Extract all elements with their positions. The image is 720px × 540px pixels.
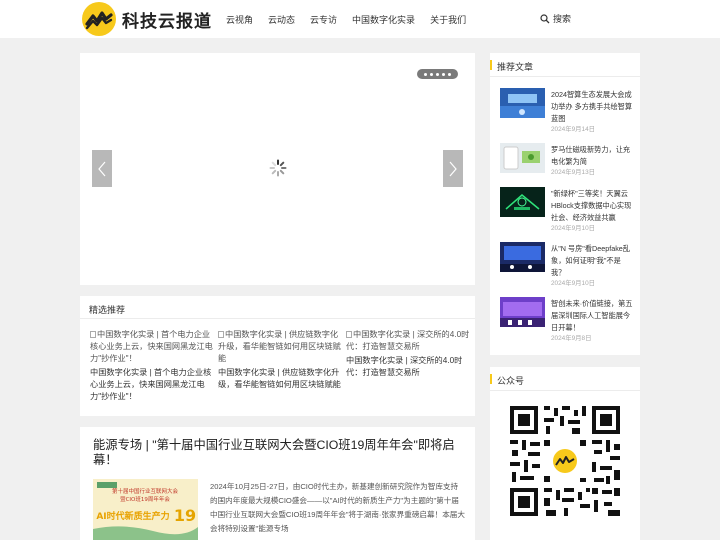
article-excerpt: 2024年10月25日-27日，由CIO时代主办，新基建创新研究院作为智库支持的… — [210, 482, 465, 533]
site-logo[interactable]: 科技云报道 — [82, 1, 212, 37]
recommended-date: 2024年9月8日 — [551, 335, 592, 342]
featured-image-alt[interactable]: 中国数字化实录 | 深交所的4.0时代：打造智慧交易所 — [346, 329, 473, 353]
recommended-thumbnail[interactable] — [500, 242, 545, 272]
nav-item-about[interactable]: 关于我们 — [430, 13, 466, 26]
recommended-date: 2024年9月13日 — [551, 169, 596, 176]
recommended-date: 2024年9月14日 — [551, 126, 596, 133]
chevron-left-icon — [98, 161, 106, 176]
nav-item-cloud-news[interactable]: 云动态 — [268, 13, 295, 26]
slider-pagination[interactable] — [417, 69, 458, 79]
hero-slider — [80, 53, 475, 285]
article-card: 能源专场 | "第十届中国行业互联网大会暨CIO班19周年年会"即将启幕！ 第十… — [80, 427, 475, 540]
nav-item-cloud-view[interactable]: 云视角 — [226, 13, 253, 26]
slider-dot[interactable] — [436, 72, 439, 76]
recommended-title: 推荐文章 — [490, 53, 640, 77]
logo-icon — [82, 2, 116, 36]
qr-code-image — [508, 404, 622, 518]
chevron-right-icon — [449, 161, 457, 176]
broken-image-icon — [90, 331, 96, 338]
featured-caption[interactable]: 中国数字化实录 | 首个电力企业核心业务上云，快来国网黑龙江电力"抄作业"！ — [90, 367, 217, 403]
recommended-widget: 推荐文章 2024智算生态发展大会成功举办 多方携手共绘智算蓝图 2024年9月… — [490, 53, 640, 355]
recommended-title-link[interactable]: 从"N 号房"看Deepfake乱象，如何证明"我"不是我？ — [551, 243, 635, 279]
slider-next-button[interactable] — [443, 150, 463, 187]
featured-caption[interactable]: 中国数字化实录 | 供应链数字化升级，看华能智链如何用区块链赋能 — [218, 367, 345, 391]
article-thumbnail[interactable]: 第十届中国行业互联网大会 暨CIO班19周年年会 AI时代新质生产力 19 — [93, 479, 198, 540]
site-header: 科技云报道 云视角 云动态 云专访 中国数字化实录 关于我们 搜索 — [0, 0, 720, 38]
recommended-item[interactable]: "新绿杯"三等奖！天翼云HBlock支撑数据中心实现社会、经济效益共赢 2024… — [500, 187, 635, 237]
featured-title: 精选推荐 — [80, 296, 475, 319]
featured-item[interactable]: 中国数字化实录 | 深交所的4.0时代：打造智慧交易所 中国数字化实录 | 深交… — [346, 329, 473, 403]
recommended-item[interactable]: 2024智算生态发展大会成功举办 多方携手共绘智算蓝图 2024年9月14日 — [500, 88, 635, 138]
nav-item-cloud-interview[interactable]: 云专访 — [310, 13, 337, 26]
recommended-thumbnail[interactable] — [500, 88, 545, 118]
recommended-title-link[interactable]: "新绿杯"三等奖！天翼云HBlock支撑数据中心实现社会、经济效益共赢 — [551, 188, 635, 224]
search-icon — [540, 13, 550, 23]
featured-caption[interactable]: 中国数字化实录 | 深交所的4.0时代：打造智慧交易所 — [346, 355, 473, 379]
broken-image-icon — [218, 331, 224, 338]
featured-list: 中国数字化实录 | 首个电力企业核心业务上云，快来国网黑龙江电力"抄作业"！ 中… — [90, 329, 474, 403]
featured-item[interactable]: 中国数字化实录 | 首个电力企业核心业务上云，快来国网黑龙江电力"抄作业"！ 中… — [90, 329, 217, 403]
recommended-item[interactable]: 智创未来·价值链接，第五届深圳国际人工智能展今日开幕！ 2024年9月8日 — [500, 297, 635, 347]
broken-image-icon — [346, 331, 352, 338]
site-name[interactable]: 科技云报道 — [122, 7, 212, 32]
recommended-thumbnail[interactable] — [500, 297, 545, 327]
search-label: 搜索 — [553, 14, 572, 24]
featured-image-alt[interactable]: 中国数字化实录 | 供应链数字化升级，看华能智链如何用区块链赋能 — [218, 329, 345, 365]
featured-item[interactable]: 中国数字化实录 | 供应链数字化升级，看华能智链如何用区块链赋能 中国数字化实录… — [218, 329, 345, 403]
nav-item-china-digital[interactable]: 中国数字化实录 — [352, 13, 415, 26]
recommended-thumbnail[interactable] — [500, 187, 545, 217]
featured-image-alt[interactable]: 中国数字化实录 | 首个电力企业核心业务上云，快来国网黑龙江电力"抄作业"！ — [90, 329, 217, 365]
recommended-date: 2024年9月10日 — [551, 225, 596, 232]
article-title[interactable]: 能源专场 | "第十届中国行业互联网大会暨CIO班19周年年会"即将启幕！ — [93, 438, 468, 468]
thumb-line-2: 暨CIO班19周年年会 — [120, 495, 170, 503]
thumb-line-1: 第十届中国行业互联网大会 — [112, 487, 179, 495]
slider-dot[interactable] — [448, 72, 451, 76]
main-nav: 云视角 云动态 云专访 中国数字化实录 关于我们 — [226, 0, 481, 38]
wechat-title: 公众号 — [490, 367, 640, 391]
recommended-date: 2024年9月10日 — [551, 280, 596, 287]
recommended-thumbnail[interactable] — [500, 143, 545, 173]
search-button[interactable]: 搜索 — [540, 12, 571, 25]
slider-dot[interactable] — [430, 72, 433, 76]
recommended-title-link[interactable]: 罗马仕磁吸新势力，让充电化繁为简 — [551, 144, 635, 168]
recommended-item[interactable]: 罗马仕磁吸新势力，让充电化繁为简 2024年9月13日 — [500, 143, 635, 193]
thumb-line-3: AI时代新质生产力 — [96, 510, 169, 522]
slider-dot[interactable] — [424, 72, 427, 76]
recommended-item[interactable]: 从"N 号房"看Deepfake乱象，如何证明"我"不是我？ 2024年9月10… — [500, 242, 635, 292]
loading-spinner-icon — [269, 159, 287, 177]
featured-section: 精选推荐 中国数字化实录 | 首个电力企业核心业务上云，快来国网黑龙江电力"抄作… — [80, 296, 475, 416]
svg-text:19: 19 — [174, 506, 196, 525]
wechat-widget: 公众号 — [490, 367, 640, 540]
slider-prev-button[interactable] — [92, 150, 112, 187]
slider-dot[interactable] — [442, 72, 445, 76]
recommended-title-link[interactable]: 2024智算生态发展大会成功举办 多方携手共绘智算蓝图 — [551, 89, 635, 125]
recommended-title-link[interactable]: 智创未来·价值链接，第五届深圳国际人工智能展今日开幕！ — [551, 298, 635, 334]
